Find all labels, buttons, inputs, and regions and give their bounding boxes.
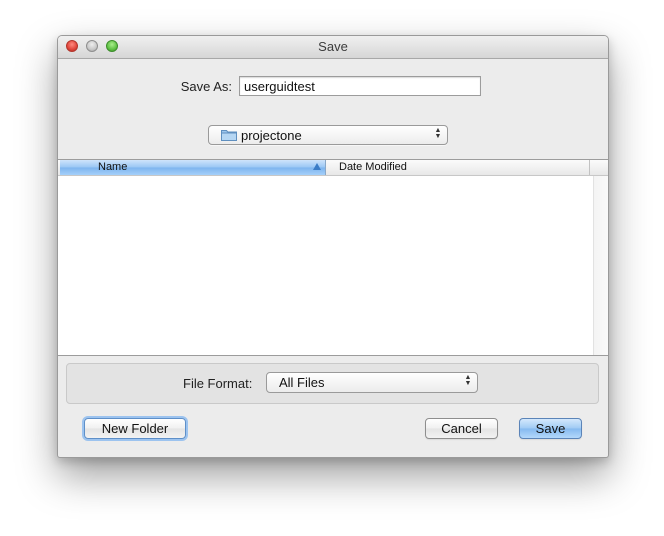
sort-ascending-icon — [313, 163, 321, 170]
file-format-popup[interactable]: All Files ▲ ▼ — [266, 372, 478, 393]
file-format-value: All Files — [279, 375, 325, 390]
window-title: Save — [318, 39, 348, 54]
column-header-date-label: Date Modified — [339, 161, 407, 173]
folder-icon — [221, 130, 237, 141]
new-folder-button[interactable]: New Folder — [84, 418, 186, 439]
column-header-row: Name Date Modified — [58, 160, 608, 176]
location-folder-name: projectone — [241, 128, 302, 143]
column-header-name[interactable]: Name — [60, 160, 326, 175]
column-header-date-modified[interactable]: Date Modified — [326, 160, 590, 175]
title-bar[interactable]: Save — [58, 36, 608, 59]
column-header-name-label: Name — [98, 161, 128, 173]
file-format-panel: File Format: All Files ▲ ▼ — [66, 363, 599, 404]
popup-arrows-icon: ▲ ▼ — [434, 127, 442, 140]
save-dialog: Save Save As: projectone ▲▼ Name Date Mo… — [57, 35, 609, 458]
save-button[interactable]: Save — [519, 418, 582, 439]
save-as-input[interactable] — [239, 76, 481, 96]
cancel-button[interactable]: Cancel — [425, 418, 498, 439]
popup-arrows-icon: ▲ ▼ — [464, 374, 472, 387]
save-as-label: Save As: — [180, 79, 232, 94]
file-browser-list[interactable]: Name Date Modified — [58, 159, 608, 356]
file-format-label: File Format: — [183, 376, 253, 391]
location-popup[interactable]: projectone ▲ ▼ — [208, 125, 448, 145]
vertical-scrollbar[interactable] — [593, 176, 608, 355]
